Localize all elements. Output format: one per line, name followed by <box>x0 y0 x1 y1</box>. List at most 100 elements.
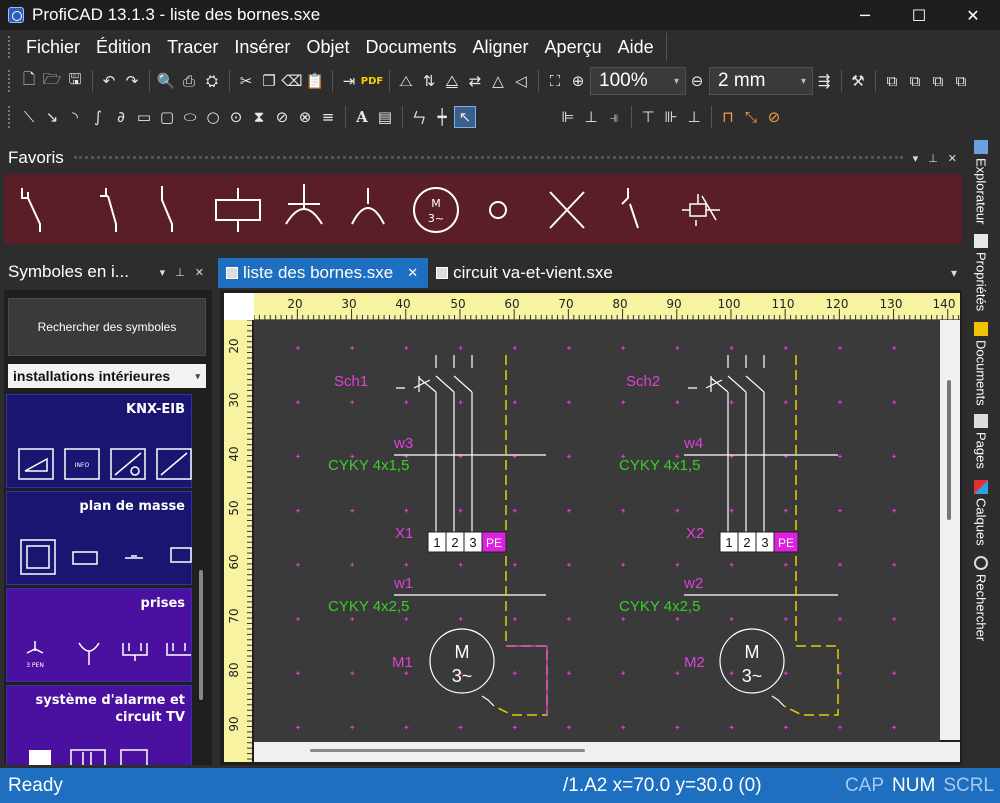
triangle-icon[interactable]: △ <box>487 70 509 92</box>
align-right-icon[interactable]: ⧉ <box>904 70 926 92</box>
rotate-left-icon[interactable]: ◁ <box>510 70 532 92</box>
grid-size-select[interactable]: 2 mm ▾ <box>709 67 813 95</box>
arc-icon[interactable]: ◝ <box>64 106 86 128</box>
align-right-edges-icon[interactable]: ⫣ <box>603 106 625 128</box>
copy-icon[interactable]: ❐ <box>258 70 280 92</box>
arrow-line-icon[interactable]: ↘ <box>41 106 63 128</box>
tab-liste-des-bornes[interactable]: liste des bornes.sxe ✕ <box>218 258 429 288</box>
toolbar-grip[interactable] <box>8 70 12 92</box>
new-file-icon[interactable]: 🗋 <box>18 70 40 92</box>
side-tab-proprietes[interactable]: Propriétés <box>970 234 992 311</box>
redo-icon[interactable]: ↷ <box>121 70 143 92</box>
mirror-icon[interactable]: ⇅ <box>418 70 440 92</box>
cut-icon[interactable]: ✂ <box>235 70 257 92</box>
rotate-icon[interactable]: ⇄ <box>464 70 486 92</box>
side-tab-explorateur[interactable]: Explorateur <box>970 140 992 224</box>
menu-inserer[interactable]: Insérer <box>226 37 298 58</box>
horizontal-scroll-thumb[interactable] <box>310 749 585 752</box>
flip-horizontal-icon[interactable]: ⧍ <box>395 70 417 92</box>
align-top-icon[interactable]: ⧉ <box>927 70 949 92</box>
category-prises[interactable]: prises 3 PEN <box>6 588 192 682</box>
category-plan-de-masse[interactable]: plan de masse <box>6 491 192 585</box>
select-arrow-icon[interactable]: ↖ <box>454 106 476 128</box>
zoom-select[interactable]: 100% ▾ <box>590 67 686 95</box>
favori-switch-nc[interactable] <box>21 188 41 232</box>
align-left-edges-icon[interactable]: ⊫ <box>557 106 579 128</box>
favori-device[interactable] <box>682 194 720 226</box>
export-icon[interactable]: ⇥ <box>338 70 360 92</box>
circle-dot-icon[interactable]: ⊙ <box>225 106 247 128</box>
no-fill-icon[interactable]: ⊘ <box>271 106 293 128</box>
text-box-icon[interactable]: ▤ <box>374 106 396 128</box>
open-folder-icon[interactable]: 🗁 <box>41 70 63 92</box>
align-tops-icon[interactable]: ⊤ <box>637 106 659 128</box>
menu-fichier[interactable]: Fichier <box>18 37 88 58</box>
rounded-rect-icon[interactable]: ▢ <box>156 106 178 128</box>
zoom-in-icon[interactable]: ⊕ <box>567 70 589 92</box>
eraser-icon[interactable]: ⌫ <box>281 70 303 92</box>
wire-icon[interactable]: ㄣ <box>408 106 430 128</box>
hatch-icon[interactable]: ≡ <box>317 106 339 128</box>
lens-icon[interactable]: ⊗ <box>294 106 316 128</box>
drawing-canvas[interactable]: 1 2 3 PE Sch1 w3 CYKY 4x1,5 X1 w1 CYKY 4… <box>254 320 940 742</box>
align-middle-icon[interactable]: ⊪ <box>660 106 682 128</box>
circle-icon[interactable]: ○ <box>202 106 224 128</box>
menu-tracer[interactable]: Tracer <box>159 37 226 58</box>
hourglass-icon[interactable]: ⧗ <box>248 106 270 128</box>
align-bottom-icon[interactable]: ⧉ <box>950 70 972 92</box>
print-preview-icon[interactable]: 🔍 <box>155 70 177 92</box>
favori-node[interactable] <box>489 201 507 219</box>
vertical-scroll-thumb[interactable] <box>947 380 951 520</box>
chevron-down-icon[interactable]: ▾ <box>160 266 166 279</box>
favori-motor[interactable] <box>413 187 459 233</box>
circuit-2[interactable]: 1 2 3 PE Sch2 w4 CYKY 4x1,5 X2 w2 CYKY 4… <box>619 355 839 716</box>
text-icon[interactable]: A <box>351 106 373 128</box>
tab-circuit-va-et-vient[interactable]: circuit va-et-vient.sxe <box>428 258 623 288</box>
minimize-button[interactable]: ─ <box>838 0 892 30</box>
circuit-1[interactable]: 1 2 3 PE Sch1 w3 CYKY 4x1,5 X1 w1 CYKY 4… <box>328 355 548 716</box>
chevron-down-icon[interactable]: ▾ <box>913 152 919 165</box>
search-symbols-button[interactable]: Rechercher des symboles <box>8 298 206 356</box>
menubar-grip[interactable] <box>8 36 12 58</box>
rectangle-icon[interactable]: ▭ <box>133 106 155 128</box>
menu-apercu[interactable]: Aperçu <box>537 37 610 58</box>
close-icon[interactable]: ✕ <box>407 265 418 281</box>
paste-icon[interactable]: 📋 <box>304 70 326 92</box>
curve-icon[interactable]: ∫ <box>87 106 109 128</box>
align-bottoms-icon[interactable]: ⊥ <box>683 106 705 128</box>
tools-icon[interactable]: ⚒ <box>847 70 869 92</box>
pdf-icon[interactable]: PDF <box>361 70 383 92</box>
align-left-icon[interactable]: ⧉ <box>881 70 903 92</box>
print-icon[interactable]: ⎙ <box>178 70 200 92</box>
maximize-button[interactable]: ☐ <box>892 0 946 30</box>
print-setup-icon[interactable]: ⛭ <box>201 70 223 92</box>
favori-switch-no[interactable] <box>100 188 117 232</box>
menu-aligner[interactable]: Aligner <box>465 37 537 58</box>
line-icon[interactable]: ⟍ <box>18 106 40 128</box>
measure-icon[interactable]: ⤡ <box>740 106 762 128</box>
menu-edition[interactable]: Édition <box>88 37 159 58</box>
side-tab-calques[interactable]: Calques <box>970 480 992 546</box>
ellipse-icon[interactable]: ⬭ <box>179 106 201 128</box>
grid-settings-icon[interactable]: ⇶ <box>813 70 835 92</box>
favori-coil[interactable] <box>215 188 261 232</box>
zoom-out-icon[interactable]: ⊖ <box>686 70 708 92</box>
symbols-scrollbar[interactable] <box>199 570 203 700</box>
fit-page-icon[interactable]: ⛶ <box>544 70 566 92</box>
menu-aide[interactable]: Aide <box>610 37 662 58</box>
category-select[interactable]: installations intérieures ▾ <box>8 364 206 388</box>
close-icon[interactable]: ✕ <box>948 152 957 165</box>
favori-cross[interactable] <box>549 191 585 229</box>
junction-icon[interactable]: ┿ <box>431 106 453 128</box>
close-button[interactable]: ✕ <box>946 0 1000 30</box>
toolbar-grip[interactable] <box>8 106 12 128</box>
side-tab-pages[interactable]: Pages <box>970 414 992 469</box>
menu-objet[interactable]: Objet <box>298 37 357 58</box>
side-tab-documents[interactable]: Documents <box>970 322 992 406</box>
undo-icon[interactable]: ↶ <box>98 70 120 92</box>
bezier-icon[interactable]: ∂ <box>110 106 132 128</box>
tabs-dropdown-icon[interactable]: ▾ <box>951 266 957 280</box>
forbidden-icon[interactable]: ⊘ <box>763 106 785 128</box>
favori-ground-fork[interactable] <box>351 188 385 225</box>
pin-icon[interactable]: ⊥ <box>175 266 185 279</box>
